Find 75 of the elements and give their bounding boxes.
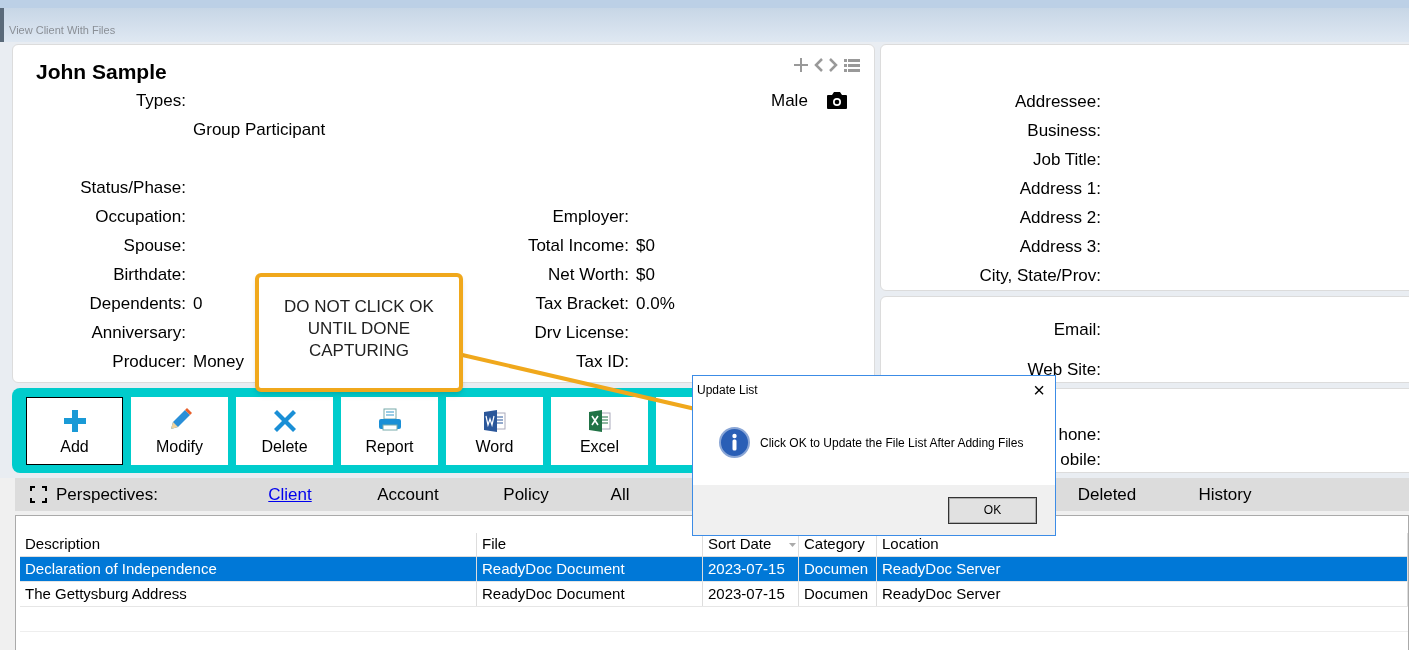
ok-button[interactable]: OK <box>949 497 1036 523</box>
modify-button[interactable]: Modify <box>131 396 228 465</box>
add-icon[interactable] <box>794 58 808 72</box>
perspective-tab[interactable]: All <box>585 481 655 508</box>
window-title: View Client With Files <box>9 22 116 38</box>
sort-arrow-icon <box>789 542 796 547</box>
field-label: Tax ID: <box>576 350 629 373</box>
field-value: Money <box>193 350 245 373</box>
client-name: John Sample <box>36 60 167 83</box>
table-cell: Documen <box>799 557 877 581</box>
field-label: Employer: <box>552 205 629 228</box>
perspectives-label: Perspectives: <box>56 483 160 506</box>
list-icon[interactable] <box>844 58 860 72</box>
field-value: $0 <box>636 234 655 257</box>
focus-frame-icon[interactable] <box>30 486 47 503</box>
perspective-tab[interactable]: Policy <box>467 481 585 508</box>
table-cell: ReadyDoc Document <box>477 582 703 606</box>
delete-icon <box>273 409 296 432</box>
dialog-title: Update List <box>697 382 758 399</box>
field-label: Anniversary: <box>91 321 186 344</box>
excel-button[interactable]: Excel <box>551 396 648 465</box>
camera-icon[interactable] <box>826 92 847 110</box>
field-label: Addressee: <box>1015 90 1101 113</box>
delete-button[interactable]: Delete <box>236 396 333 465</box>
table-row[interactable]: The Gettysburg Address ReadyDoc Document 2023-07-15 Documen ReadyDoc Server <box>20 582 1408 607</box>
info-icon <box>719 427 750 458</box>
field-label: Drv License: <box>534 321 629 344</box>
dialog-message: Click OK to Update the File List After Adding Files <box>760 434 1024 452</box>
word-button[interactable]: Word <box>446 396 543 465</box>
field-label: Producer: <box>112 350 186 373</box>
table-cell: ReadyDoc Server <box>877 582 1408 606</box>
field-value: 0.0% <box>636 292 675 315</box>
word-icon <box>483 409 506 432</box>
field-label: Job Title: <box>1032 148 1101 171</box>
add-button[interactable]: Add <box>26 396 123 465</box>
table-cell: Declaration of Independence <box>20 557 477 581</box>
field-label: hone: <box>1058 423 1101 446</box>
table-cell: 2023-07-15 <box>703 557 799 581</box>
field-label: obile: <box>1060 448 1101 471</box>
perspective-tab[interactable]: Account <box>349 481 467 508</box>
printer-icon <box>377 407 402 432</box>
gender-value: Male <box>771 90 808 112</box>
report-button[interactable]: Report <box>341 396 438 465</box>
previous-icon[interactable] <box>814 58 823 72</box>
field-value: 0 <box>193 292 203 315</box>
field-label: Address 1: <box>1019 177 1101 200</box>
type-value: Group Participant <box>193 118 326 141</box>
plus-icon <box>63 409 86 432</box>
field-label: Net Worth: <box>548 263 629 286</box>
field-label: Tax Bracket: <box>535 292 629 315</box>
field-label: Business: <box>1027 119 1101 142</box>
perspective-tab[interactable]: Client <box>231 481 349 508</box>
table-cell: ReadyDoc Server <box>877 557 1408 581</box>
field-label: Address 2: <box>1019 206 1101 229</box>
table-cell: Documen <box>799 582 877 606</box>
field-label: Total Income: <box>527 234 629 257</box>
table-cell: The Gettysburg Address <box>20 582 477 606</box>
perspective-tab[interactable]: History <box>1166 481 1284 508</box>
next-icon[interactable] <box>829 58 838 72</box>
field-label: Email: <box>1053 319 1101 342</box>
excel-icon <box>588 409 611 432</box>
field-label: Address 3: <box>1019 235 1101 258</box>
field-label: Occupation: <box>95 205 186 228</box>
column-header[interactable]: Description <box>20 533 477 556</box>
table-cell: 2023-07-15 <box>703 582 799 606</box>
field-label: Spouse: <box>123 234 186 257</box>
table-row[interactable]: Declaration of Independence ReadyDoc Document 2023-07-15 Documen ReadyDoc Server <box>20 557 1408 582</box>
field-label: Status/Phase: <box>80 176 186 199</box>
field-value: $0 <box>636 263 655 286</box>
field-label: Dependents: <box>89 292 186 315</box>
field-label: Types: <box>135 89 186 112</box>
table-cell: ReadyDoc Document <box>477 557 703 581</box>
field-label: City, State/Prov: <box>979 264 1101 287</box>
field-label: Birthdate: <box>113 263 186 286</box>
callout-text: DO NOT CLICK OK UNTIL DONE CAPTURING <box>284 295 434 362</box>
